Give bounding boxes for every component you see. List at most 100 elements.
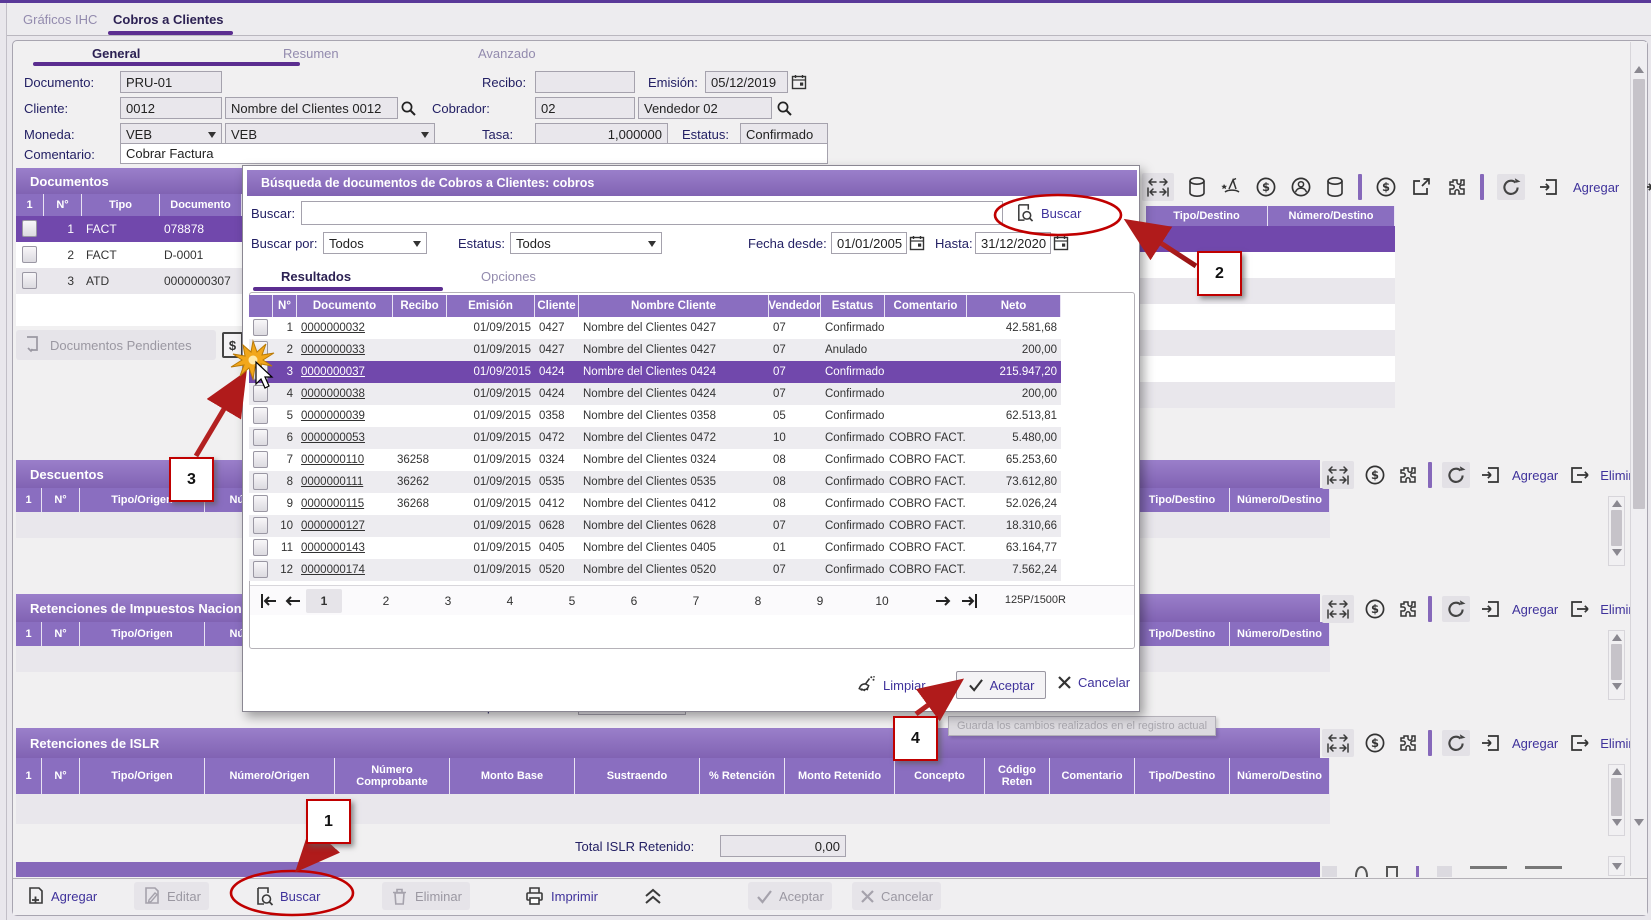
magic-icon[interactable] <box>1220 176 1242 198</box>
document-link[interactable]: 0000000039 <box>301 410 365 422</box>
cobrador-code-field[interactable]: 02 <box>535 97 635 119</box>
scroll-up-icon[interactable] <box>1612 768 1622 775</box>
add-row-icon[interactable] <box>1480 732 1502 754</box>
panel-scrollbar[interactable] <box>1608 630 1625 700</box>
plugin-icon[interactable] <box>1396 598 1418 620</box>
scroll-up-icon[interactable] <box>1612 500 1622 507</box>
dollar-button[interactable]: $ <box>222 332 243 358</box>
resize-columns-icon[interactable] <box>1322 729 1354 757</box>
document-link[interactable]: 0000000127 <box>301 520 365 532</box>
remove-row-icon[interactable] <box>1568 732 1590 754</box>
tab-resumen[interactable]: Resumen <box>283 46 339 61</box>
hasta-calendar-icon[interactable] <box>1053 235 1069 251</box>
toolbar-agregar-button[interactable]: Agregar <box>1573 180 1619 195</box>
document-link[interactable]: 0000000143 <box>301 542 365 554</box>
refresh-icon[interactable] <box>1442 730 1470 756</box>
emision-field[interactable]: 05/12/2019 <box>705 71 788 93</box>
client-icon[interactable] <box>1290 176 1312 198</box>
first-page-icon[interactable] <box>258 592 280 610</box>
currency-icon[interactable]: $ <box>1364 464 1386 486</box>
tab-graficos-ihc[interactable]: Gráficos IHC <box>23 12 97 27</box>
row-checkbox[interactable] <box>22 220 37 237</box>
row-checkbox[interactable] <box>253 407 268 424</box>
tasa-field[interactable]: 1,000000 <box>535 123 668 145</box>
tab-cobros-a-clientes[interactable]: Cobros a Clientes <box>113 12 224 27</box>
plugin-icon[interactable] <box>1396 464 1418 486</box>
buscar-por-select[interactable]: Todos <box>323 232 427 254</box>
export-icon[interactable] <box>1410 176 1432 198</box>
remove-row-icon[interactable] <box>1568 598 1590 620</box>
database-icon[interactable] <box>1187 176 1207 198</box>
row-checkbox[interactable] <box>253 319 268 336</box>
panel-scrollbar[interactable] <box>1608 764 1625 836</box>
scroll-down-icon[interactable] <box>1612 549 1622 556</box>
cancelar-button[interactable]: Cancelar <box>1057 675 1130 690</box>
tab-resultados[interactable]: Resultados <box>281 269 351 284</box>
cancelar-button-bottom[interactable]: Cancelar <box>852 882 941 910</box>
scroll-down-icon[interactable] <box>1612 683 1622 690</box>
editar-button[interactable]: Editar <box>134 882 209 910</box>
cell-documento[interactable]: 0000000032 <box>297 317 393 339</box>
page-number[interactable]: 1 <box>306 589 342 613</box>
add-row-icon[interactable] <box>1480 464 1502 486</box>
documento-field[interactable]: PRU-01 <box>120 71 222 93</box>
document-link[interactable]: 0000000053 <box>301 432 365 444</box>
cell-documento[interactable]: 0000000115 <box>297 493 393 515</box>
collapse-chevrons-icon[interactable] <box>642 886 664 906</box>
row-checkbox[interactable] <box>253 517 268 534</box>
document-link[interactable]: 0000000111 <box>301 476 363 488</box>
results-row[interactable]: 5000000003901/09/20150358Nombre del Clie… <box>249 405 1061 427</box>
toolbar-agregar-button[interactable]: Agregar <box>1512 602 1558 617</box>
aceptar-button-bottom[interactable]: Aceptar <box>748 882 832 910</box>
cell-documento[interactable]: 0000000039 <box>297 405 393 427</box>
hasta-field[interactable]: 31/12/2020 <box>975 232 1051 254</box>
modal-estatus-select[interactable]: Todos <box>510 232 662 254</box>
page-number[interactable]: 3 <box>430 589 466 613</box>
documentos-row[interactable]: 3ATD0000000307 <box>16 268 242 294</box>
previous-page-icon[interactable] <box>282 592 304 610</box>
refresh-icon[interactable] <box>1442 596 1470 622</box>
documentos-pendientes-button[interactable]: Documentos Pendientes <box>16 330 216 360</box>
imprimir-button[interactable]: Imprimir <box>516 882 606 910</box>
cell-documento[interactable]: 0000000111 <box>297 471 393 493</box>
tab-avanzado[interactable]: Avanzado <box>478 46 536 61</box>
buscar-button[interactable]: Buscar <box>246 882 328 910</box>
database-icon[interactable] <box>1325 176 1345 198</box>
resize-columns-icon[interactable] <box>1142 173 1174 201</box>
page-number[interactable]: 5 <box>554 589 590 613</box>
row-checkbox[interactable] <box>22 246 37 263</box>
documentos-row[interactable]: 2FACTD-0001 <box>16 242 242 268</box>
toolbar-agregar-button[interactable]: Agregar <box>1512 736 1558 751</box>
cell-documento[interactable]: 0000000053 <box>297 427 393 449</box>
eliminar-button[interactable]: Eliminar <box>382 882 470 910</box>
currency-icon[interactable]: $ <box>1375 176 1397 198</box>
tab-general[interactable]: General <box>92 46 140 61</box>
emision-calendar-icon[interactable] <box>791 74 807 90</box>
scroll-down-icon[interactable] <box>1612 819 1622 826</box>
row-checkbox[interactable] <box>22 272 37 289</box>
dest-selected-row[interactable] <box>1140 226 1395 252</box>
documentos-row[interactable]: 1FACT078878 <box>16 216 242 242</box>
add-row-icon[interactable] <box>1480 598 1502 620</box>
scroll-up-icon[interactable] <box>1634 66 1644 73</box>
row-checkbox[interactable] <box>253 451 268 468</box>
add-row-icon[interactable] <box>1538 176 1560 198</box>
results-row[interactable]: 1000000003201/09/20150427Nombre del Clie… <box>249 317 1061 339</box>
document-link[interactable]: 0000000110 <box>301 454 364 466</box>
page-number[interactable]: 2 <box>368 589 404 613</box>
document-link[interactable]: 0000000037 <box>301 366 365 378</box>
document-link[interactable]: 0000000115 <box>301 498 364 510</box>
document-link[interactable]: 0000000033 <box>301 344 365 356</box>
cobrador-name-field[interactable]: Vendedor 02 <box>638 97 772 119</box>
fecha-desde-calendar-icon[interactable] <box>909 235 925 251</box>
scrollbar-thumb[interactable] <box>1611 510 1622 546</box>
cell-documento[interactable]: 0000000037 <box>297 361 393 383</box>
fecha-desde-field[interactable]: 01/01/2005 <box>831 232 907 254</box>
refresh-icon[interactable] <box>1497 174 1525 200</box>
document-link[interactable]: 0000000174 <box>301 564 365 576</box>
moneda-name-select[interactable]: VEB <box>225 123 435 145</box>
aceptar-button[interactable]: Aceptar <box>956 671 1046 699</box>
scroll-down-icon[interactable] <box>1634 819 1644 826</box>
results-row[interactable]: 11000000014301/09/20150405Nombre del Cli… <box>249 537 1061 559</box>
cell-documento[interactable]: 0000000038 <box>297 383 393 405</box>
